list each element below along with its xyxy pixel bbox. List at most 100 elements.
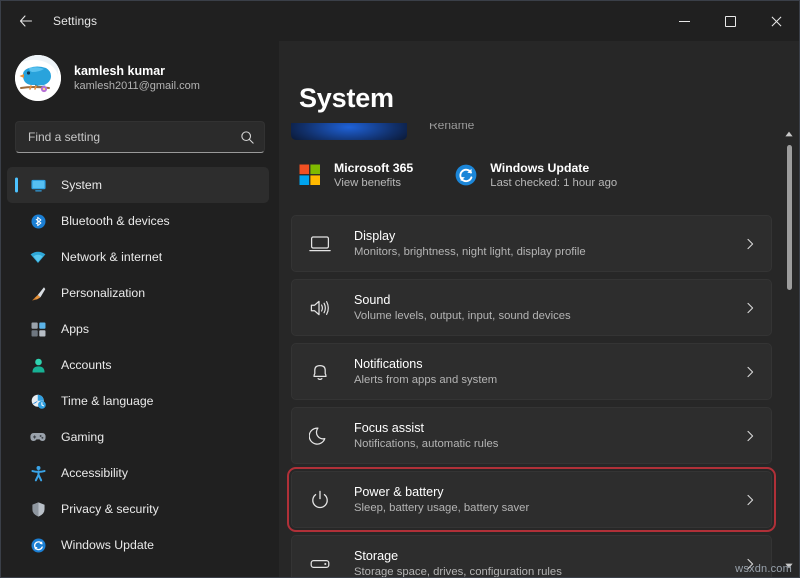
- sidebar-nav: System Bluetooth & devices: [1, 167, 279, 563]
- account-name: kamlesh kumar: [74, 63, 200, 79]
- sidebar-item-label: Accessibility: [61, 466, 128, 480]
- sidebar-item-bluetooth-devices[interactable]: Bluetooth & devices: [7, 203, 269, 239]
- microsoft-logo-icon: [297, 162, 323, 188]
- setting-row-subtitle: Volume levels, output, input, sound devi…: [354, 309, 743, 324]
- device-thumbnail-icon: [291, 123, 407, 140]
- device-rename-row[interactable]: Rename: [291, 123, 772, 141]
- window-body: kamlesh kumar kamlesh2011@gmail.com: [1, 41, 799, 577]
- storage-icon: [308, 552, 332, 576]
- sidebar-item-accounts[interactable]: Accounts: [7, 347, 269, 383]
- sidebar-item-personalization[interactable]: Personalization: [7, 275, 269, 311]
- avatar: [15, 55, 61, 101]
- setting-row-power-battery[interactable]: Power & battery Sleep, battery usage, ba…: [291, 471, 772, 528]
- sound-icon: [308, 296, 332, 320]
- monitor-icon: [29, 176, 47, 194]
- quick-link-text: Microsoft 365 View benefits: [334, 160, 413, 191]
- setting-row-title: Notifications: [354, 356, 743, 373]
- bird-avatar-icon: [15, 55, 61, 101]
- close-icon: [770, 15, 783, 28]
- bluetooth-icon: [29, 212, 47, 230]
- sidebar-item-label: Personalization: [61, 286, 145, 300]
- wifi-icon: [29, 248, 47, 266]
- setting-row-sound[interactable]: Sound Volume levels, output, input, soun…: [291, 279, 772, 336]
- setting-row-title: Power & battery: [354, 484, 743, 501]
- display-icon: [308, 232, 332, 256]
- moon-icon: [308, 424, 332, 448]
- scroll-down-arrow-icon: [785, 563, 793, 569]
- setting-row-subtitle: Monitors, brightness, night light, displ…: [354, 245, 743, 260]
- setting-row-subtitle: Sleep, battery usage, battery saver: [354, 501, 743, 516]
- sidebar-item-windows-update[interactable]: Windows Update: [7, 527, 269, 563]
- sidebar-item-accessibility[interactable]: Accessibility: [7, 455, 269, 491]
- account-text: kamlesh kumar kamlesh2011@gmail.com: [74, 63, 200, 94]
- setting-row-text: Focus assist Notifications, automatic ru…: [354, 420, 743, 452]
- scrollbar-thumb[interactable]: [787, 145, 792, 290]
- window-controls: [661, 1, 799, 41]
- quick-link-subtitle: View benefits: [334, 176, 413, 191]
- minimize-button[interactable]: [661, 1, 707, 41]
- minimize-icon: [679, 21, 690, 22]
- sidebar-item-label: Bluetooth & devices: [61, 214, 170, 228]
- rename-button[interactable]: Rename: [429, 123, 474, 132]
- quick-link-title: Windows Update: [490, 160, 617, 176]
- shield-icon: [29, 500, 47, 518]
- account-block[interactable]: kamlesh kumar kamlesh2011@gmail.com: [1, 43, 279, 107]
- setting-row-notifications[interactable]: Notifications Alerts from apps and syste…: [291, 343, 772, 400]
- power-icon: [308, 488, 332, 512]
- sidebar-item-system[interactable]: System: [7, 167, 269, 203]
- title-bar: Settings: [1, 1, 799, 41]
- window-title: Settings: [53, 14, 97, 28]
- chevron-right-icon: [743, 301, 757, 315]
- setting-row-title: Focus assist: [354, 420, 743, 437]
- scroll-down-button[interactable]: [782, 559, 796, 573]
- sidebar-item-label: Apps: [61, 322, 89, 336]
- sidebar-item-privacy-security[interactable]: Privacy & security: [7, 491, 269, 527]
- close-button[interactable]: [753, 1, 799, 41]
- page-title: System: [299, 83, 394, 114]
- scroll-up-button[interactable]: [782, 127, 796, 141]
- setting-row-text: Storage Storage space, drives, configura…: [354, 548, 743, 578]
- scroll-up-arrow-icon: [785, 131, 793, 137]
- back-button[interactable]: [9, 6, 43, 36]
- gamepad-icon: [29, 428, 47, 446]
- person-icon: [29, 356, 47, 374]
- setting-row-focus-assist[interactable]: Focus assist Notifications, automatic ru…: [291, 407, 772, 464]
- setting-row-subtitle: Storage space, drives, configuration rul…: [354, 565, 743, 578]
- quick-link-microsoft-365[interactable]: Microsoft 365 View benefits: [291, 156, 419, 195]
- update-icon: [29, 536, 47, 554]
- sidebar-item-label: Gaming: [61, 430, 104, 444]
- sidebar-item-label: System: [61, 178, 102, 192]
- setting-row-subtitle: Alerts from apps and system: [354, 373, 743, 388]
- maximize-button[interactable]: [707, 1, 753, 41]
- scrollbar[interactable]: [782, 127, 796, 573]
- sidebar-item-label: Windows Update: [61, 538, 154, 552]
- setting-row-display[interactable]: Display Monitors, brightness, night ligh…: [291, 215, 772, 272]
- setting-row-storage[interactable]: Storage Storage space, drives, configura…: [291, 535, 772, 577]
- windows-update-icon: [453, 162, 479, 188]
- chevron-right-icon: [743, 237, 757, 251]
- scrollbar-track[interactable]: [782, 141, 796, 559]
- search-input[interactable]: [28, 130, 240, 144]
- sidebar-item-apps[interactable]: Apps: [7, 311, 269, 347]
- setting-row-text: Power & battery Sleep, battery usage, ba…: [354, 484, 743, 516]
- chevron-right-icon: [743, 429, 757, 443]
- sidebar-item-gaming[interactable]: Gaming: [7, 419, 269, 455]
- settings-window: Settings: [0, 0, 800, 578]
- quick-link-title: Microsoft 365: [334, 160, 413, 176]
- search-box[interactable]: [15, 121, 265, 153]
- apps-grid-icon: [29, 320, 47, 338]
- quick-link-windows-update[interactable]: Windows Update Last checked: 1 hour ago: [447, 156, 623, 195]
- quick-links: Microsoft 365 View benefits: [291, 149, 772, 201]
- account-email: kamlesh2011@gmail.com: [74, 79, 200, 94]
- setting-row-text: Notifications Alerts from apps and syste…: [354, 356, 743, 388]
- search-icon[interactable]: [240, 130, 255, 145]
- sidebar-item-time-language[interactable]: Time & language: [7, 383, 269, 419]
- chevron-right-icon: [743, 493, 757, 507]
- back-arrow-icon: [18, 13, 34, 29]
- sidebar-item-label: Accounts: [61, 358, 112, 372]
- sidebar-item-network-internet[interactable]: Network & internet: [7, 239, 269, 275]
- sidebar-item-label: Time & language: [61, 394, 154, 408]
- setting-row-text: Sound Volume levels, output, input, soun…: [354, 292, 743, 324]
- chevron-right-icon: [743, 557, 757, 571]
- accessibility-icon: [29, 464, 47, 482]
